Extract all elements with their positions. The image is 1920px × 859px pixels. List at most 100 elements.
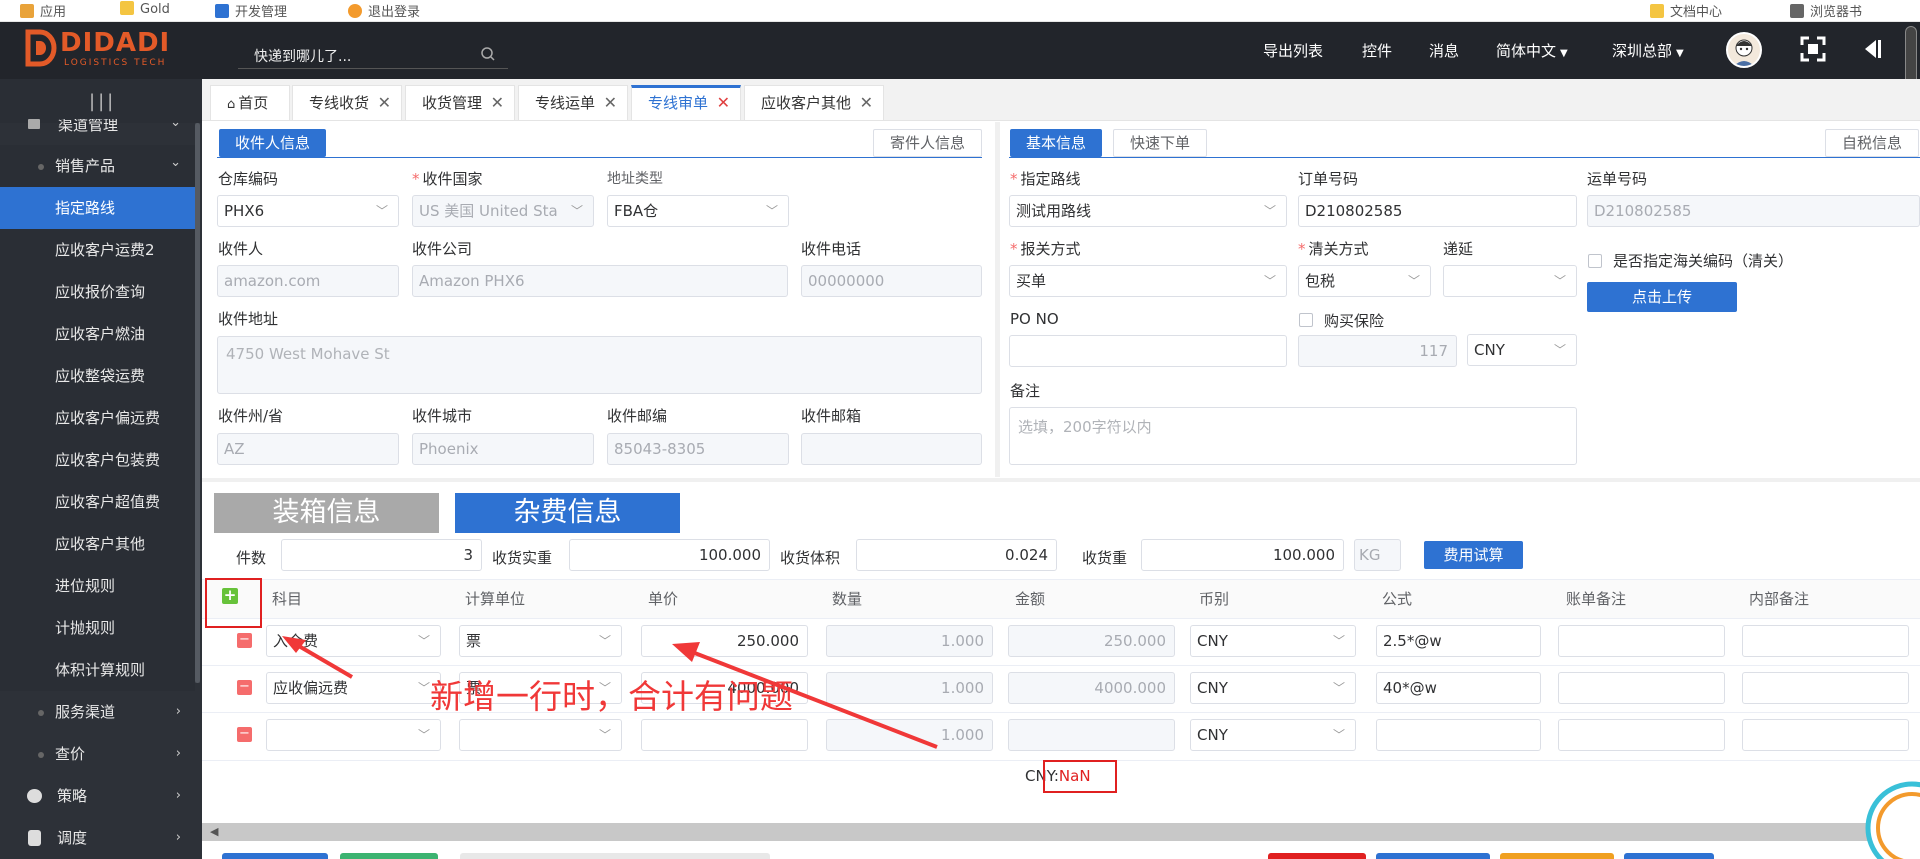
row-bill-remark-input[interactable] [1558, 625, 1725, 657]
footer-button[interactable] [340, 853, 438, 859]
pieces-input[interactable]: 3 [281, 539, 482, 571]
row-currency-select[interactable]: CNY ﹀ [1190, 672, 1356, 704]
city-input[interactable]: Phoenix [412, 433, 594, 465]
sidebar-item-remote-fee[interactable]: 应收客户偏远费 [0, 397, 195, 439]
tab-line-waybill[interactable]: 专线运单 ✕ [518, 85, 628, 121]
fullscreen-icon[interactable] [1800, 36, 1826, 62]
row-formula-input[interactable]: 2.5*@w [1376, 625, 1541, 657]
route-select[interactable]: 测试用路线 ﹀ [1009, 195, 1287, 227]
insurance-currency-select[interactable]: CNY ﹀ [1467, 334, 1577, 366]
language-dropdown[interactable]: 简体中文 ▼ [1496, 40, 1568, 61]
bookmark-docs[interactable]: 文档中心 [1650, 1, 1722, 20]
sidebar-item-value-fee[interactable]: 应收客户超值费 [0, 481, 195, 523]
close-icon[interactable]: ✕ [860, 86, 873, 120]
collapse-panel-icon[interactable] [1860, 37, 1884, 61]
sidebar-item-price-check[interactable]: 查价 › [0, 733, 195, 775]
widgets-link[interactable]: 控件 [1362, 40, 1392, 61]
sidebar-item-quote-query[interactable]: 应收报价查询 [0, 271, 195, 313]
footer-button[interactable] [1268, 853, 1366, 859]
email-input[interactable] [801, 433, 982, 465]
row-internal-remark-input[interactable] [1742, 719, 1909, 751]
search-icon[interactable] [480, 46, 496, 62]
bookmark-gold[interactable]: Gold [120, 1, 170, 17]
sender-info-tab[interactable]: 寄件人信息 [873, 129, 983, 157]
sidebar-item-volume-rule[interactable]: 体积计算规则 [0, 649, 195, 691]
zip-input[interactable]: 85043-8305 [607, 433, 789, 465]
footer-button[interactable] [1624, 853, 1714, 859]
row-amount-input[interactable]: 4000.000 [1008, 672, 1175, 704]
messages-link[interactable]: 消息 [1429, 40, 1459, 61]
sidebar-scroll-thumb[interactable] [195, 123, 200, 683]
packing-info-tab[interactable]: 装箱信息 [214, 493, 439, 533]
footer-button[interactable] [222, 853, 328, 859]
sidebar-item-fuel[interactable]: 应收客户燃油 [0, 313, 195, 355]
sidebar-item-packing-fee[interactable]: 应收客户包装费 [0, 439, 195, 481]
sidebar-item-bag-freight[interactable]: 应收整袋运费 [0, 355, 195, 397]
footer-button[interactable] [1376, 853, 1490, 859]
row-amount-input[interactable] [1008, 719, 1175, 751]
sidebar-item-channel-mgmt[interactable]: 渠道管理 ⌄ [0, 119, 195, 145]
sidebar-scrollbar[interactable] [195, 123, 200, 683]
customs-code-checkbox[interactable] [1588, 254, 1602, 268]
sidebar-item-other[interactable]: 应收客户其他 [0, 523, 195, 565]
sidebar-item-service-channel[interactable]: 服务渠道 › [0, 691, 195, 733]
weight-input[interactable]: 100.000 [1141, 539, 1344, 571]
waybill-input[interactable]: D210802585 [1587, 195, 1920, 227]
state-input[interactable]: AZ [217, 433, 399, 465]
po-input[interactable] [1009, 335, 1287, 367]
order-no-input[interactable]: D210802585 [1298, 195, 1577, 227]
tab-line-receiving[interactable]: 专线收货 ✕ [292, 85, 402, 121]
tab-home[interactable]: ⌂ 首页 [210, 85, 290, 121]
close-icon[interactable]: ✕ [378, 86, 391, 120]
clearance-select[interactable]: 包税 ﹀ [1298, 265, 1431, 297]
row-formula-input[interactable] [1376, 719, 1541, 751]
basic-info-tab[interactable]: 基本信息 [1010, 129, 1103, 157]
scroll-left-icon[interactable]: ◀ [210, 825, 218, 838]
fees-info-tab[interactable]: 杂费信息 [455, 493, 680, 533]
country-select[interactable]: US 美国 United Sta ﹀ [412, 195, 594, 227]
tracking-search[interactable]: 快递到哪儿了... [238, 39, 508, 69]
row-internal-remark-input[interactable] [1742, 672, 1909, 704]
receiver-info-tab[interactable]: 收件人信息 [219, 129, 327, 157]
branch-dropdown[interactable]: 深圳总部 ▼ [1612, 40, 1684, 61]
row-currency-select[interactable]: CNY ﹀ [1190, 625, 1356, 657]
self-tax-tab[interactable]: 自税信息 [1825, 129, 1920, 157]
floating-widget-icon[interactable] [1862, 778, 1920, 859]
tab-receiving-mgmt[interactable]: 收货管理 ✕ [405, 85, 515, 121]
sidebar-toggle[interactable]: ||| [0, 79, 202, 123]
tab-customer-other[interactable]: 应收客户其他 ✕ [744, 85, 884, 121]
row-bill-remark-input[interactable] [1558, 672, 1725, 704]
search-input[interactable]: 快递到哪儿了... [254, 46, 351, 66]
insurance-amount-input[interactable]: 117 [1298, 335, 1457, 367]
row-bill-remark-input[interactable] [1558, 719, 1725, 751]
sidebar-item-freight2[interactable]: 应收客户运费2 [0, 229, 195, 271]
sidebar-item-specified-route[interactable]: 指定路线 [0, 187, 195, 229]
close-icon[interactable]: ✕ [604, 86, 617, 120]
fee-calc-button[interactable]: 费用试算 [1424, 541, 1523, 569]
sidebar-item-carry-rule[interactable]: 进位规则 [0, 565, 195, 607]
sidebar-item-dispatch[interactable]: 调度 › [0, 817, 195, 859]
bookmark-dev[interactable]: 开发管理 [215, 1, 287, 20]
warehouse-code-select[interactable]: PHX6 ﹀ [217, 195, 399, 227]
receiver-address-textarea[interactable]: 4750 West Mohave St [217, 336, 982, 394]
row-formula-input[interactable]: 40*@w [1376, 672, 1541, 704]
delay-select[interactable]: ﹀ [1443, 265, 1577, 297]
footer-button[interactable] [1500, 853, 1614, 859]
receiver-name-input[interactable]: amazon.com [217, 265, 399, 297]
upload-button[interactable]: 点击上传 [1587, 282, 1737, 312]
row-internal-remark-input[interactable] [1742, 625, 1909, 657]
quick-order-tab[interactable]: 快速下单 [1113, 129, 1208, 157]
bookmark-logout[interactable]: 退出登录 [348, 1, 420, 20]
bookmark-browser[interactable]: 浏览器书 [1790, 1, 1862, 20]
sidebar-item-dim-rule[interactable]: 计抛规则 [0, 607, 195, 649]
remark-textarea[interactable]: 选填，200字符以内 [1009, 407, 1577, 465]
row-amount-input[interactable]: 250.000 [1008, 625, 1175, 657]
receiver-phone-input[interactable]: 00000000 [801, 265, 982, 297]
insurance-checkbox[interactable] [1299, 313, 1313, 327]
sidebar-item-sales-product[interactable]: 销售产品 ⌄ [0, 145, 195, 187]
close-icon[interactable]: ✕ [717, 88, 730, 118]
close-icon[interactable]: ✕ [491, 86, 504, 120]
horizontal-scrollbar[interactable]: ◀ [202, 823, 1920, 841]
address-type-select[interactable]: FBA仓 ﹀ [607, 195, 789, 227]
export-list-link[interactable]: 导出列表 [1263, 40, 1323, 61]
